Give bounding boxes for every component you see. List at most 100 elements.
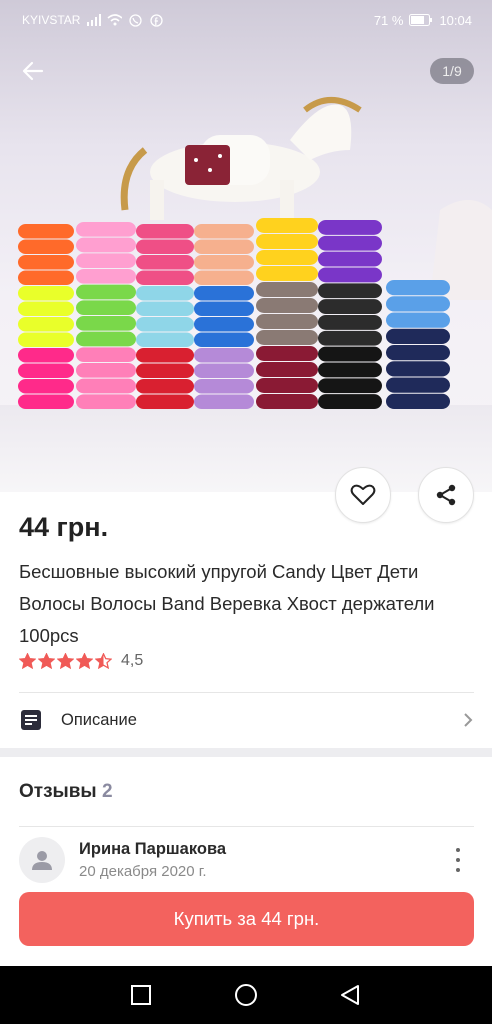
hair-tie [386,361,450,377]
hair-tie [318,283,382,299]
hair-tie [18,379,74,394]
triangle-back-icon [341,985,359,1005]
hair-tie [194,224,254,239]
divider [19,692,474,693]
star-icon [76,653,93,669]
reviews-count: 2 [101,781,113,802]
hair-tie [194,270,254,285]
viber-icon [128,13,143,27]
star-icon [57,653,74,669]
hair-tie [18,394,74,409]
hair-tie [318,299,382,314]
hair-tie [386,296,450,312]
star-icon [38,653,55,669]
system-nav-bar [0,966,492,1024]
hair-tie [256,282,318,297]
hair-tie [18,224,74,239]
hair-tie [194,239,254,254]
hair-tie [318,330,382,346]
hair-tie [194,394,254,409]
hair-tie [76,222,136,237]
hair-tie [76,284,136,300]
square-icon [131,985,151,1005]
hair-ties-graphic [18,218,450,409]
hair-tie [136,301,194,316]
hair-tie [18,317,74,332]
hair-tie [136,239,194,254]
product-price: 44 грн. [19,512,109,542]
hair-tie [18,286,74,301]
hair-tie [18,239,74,254]
hair-tie [256,314,318,329]
hair-tie [386,280,450,296]
hair-tie [136,394,194,409]
hair-tie [136,379,194,394]
section-separator [0,748,492,757]
home-button[interactable] [233,982,259,1008]
hair-tie [256,362,318,377]
rating-stars [19,653,112,669]
hair-tie [136,348,194,363]
hair-tie [318,267,382,283]
hair-tie [76,300,136,315]
back-button[interactable] [18,56,48,86]
hair-tie [136,332,194,347]
favorite-button[interactable] [335,467,391,523]
hair-tie [76,331,136,347]
carrier-name: KYIVSTAR [22,13,81,27]
hair-tie [386,377,450,393]
buy-button[interactable]: Купить за 44 грн. [19,892,474,946]
hair-tie [136,255,194,270]
battery-percent: 71 % [373,12,404,28]
hair-tie [76,378,136,394]
hair-tie [194,286,254,301]
clock: 10:04 [439,12,472,28]
recent-apps-button[interactable] [128,982,154,1008]
hair-tie [318,362,382,378]
hair-tie [256,266,318,281]
hair-tie [194,301,254,316]
reviews-heading[interactable]: Отзывы 2 [19,781,113,803]
share-button[interactable] [418,467,474,523]
hair-tie [194,379,254,394]
hair-tie [318,394,382,409]
hair-tie [256,218,318,233]
hair-tie [318,251,382,267]
hair-tie [194,332,254,347]
product-title: Бесшовные высокий упругой Candy Цвет Дет… [19,561,435,646]
hair-tie [18,332,74,347]
product-image[interactable] [0,0,492,492]
description-row[interactable]: Описание [19,700,474,740]
circle-icon [235,984,257,1006]
hair-tie [76,394,136,409]
divider [19,826,474,827]
hair-tie [136,363,194,378]
heart-icon [350,484,376,505]
hair-tie [194,348,254,363]
arrow-left-icon [22,61,44,81]
status-bar: KYIVSTAR 71 % 10:04 [0,0,492,40]
hair-tie [136,286,194,301]
hair-tie [18,270,74,285]
star-icon [19,653,36,669]
hair-tie [386,328,450,344]
back-nav-button[interactable] [337,982,363,1008]
hair-tie [76,253,136,268]
hair-tie [76,316,136,331]
facebook-icon [149,13,164,27]
hair-tie [386,345,450,361]
hair-tie [18,363,74,378]
hair-tie [256,378,318,393]
hair-tie [318,220,382,235]
hair-tie [136,224,194,239]
battery-icon [409,14,433,27]
more-vertical-icon[interactable] [448,848,468,872]
review-author: Ирина Паршакова [79,840,227,858]
product-rating: 4,5 [19,652,143,670]
hair-tie [318,235,382,251]
hair-tie [194,255,254,270]
wifi-icon [107,14,123,27]
hair-tie [194,317,254,332]
hair-tie [386,393,450,409]
hair-tie [18,255,74,270]
